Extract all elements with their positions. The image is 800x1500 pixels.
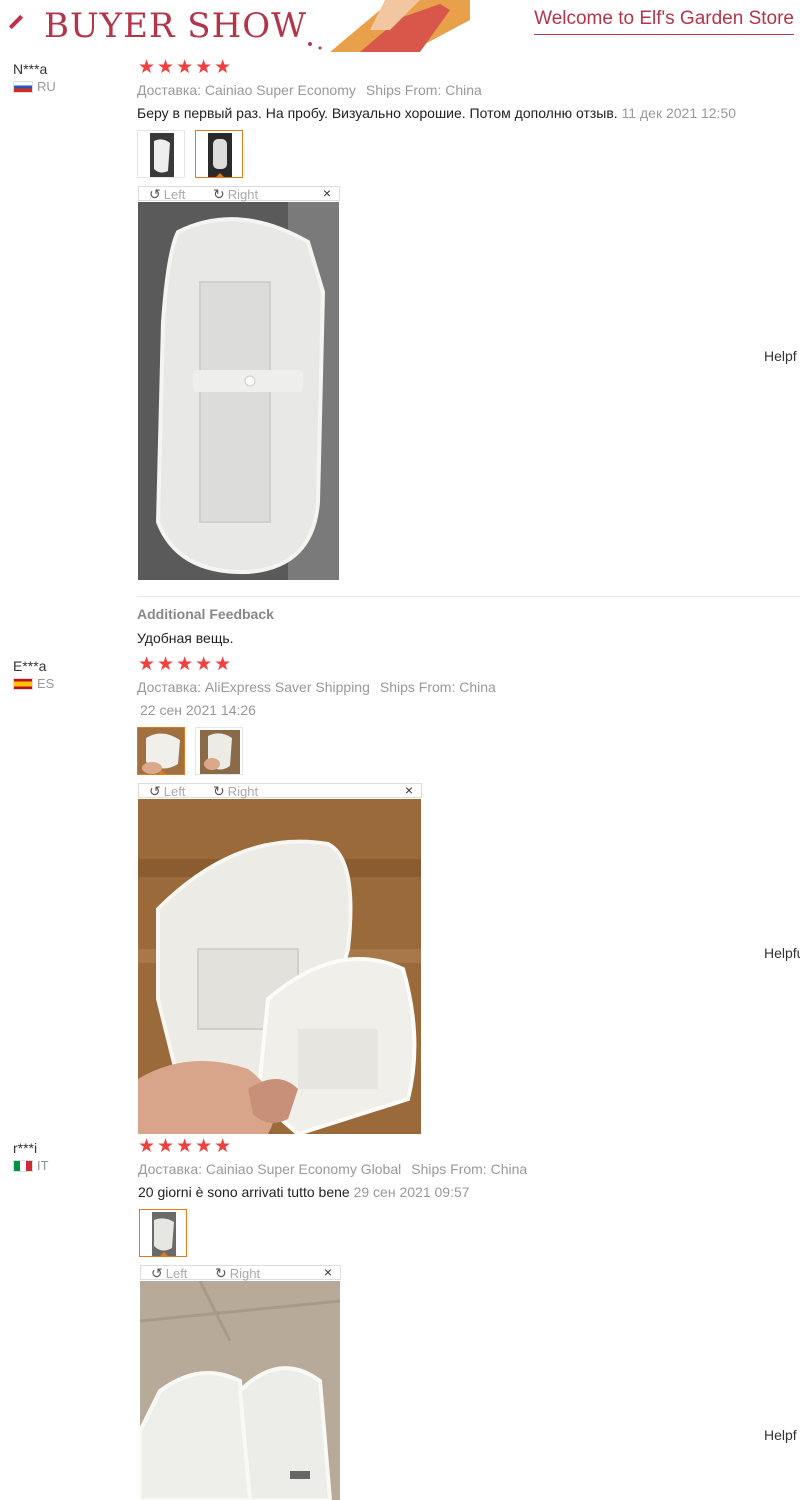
ships-from: Ships From: China — [411, 1161, 528, 1177]
pad-photo — [140, 1281, 340, 1500]
reviewer-country: IT — [13, 1158, 49, 1173]
italy-flag-icon — [13, 1159, 33, 1172]
shipping-info: Доставка: Cainiao Super Economy Global Sh… — [138, 1161, 527, 1177]
rotate-left-label: Left — [165, 1266, 188, 1281]
review-item: r***i IT ★★★★★ Доставка: Cainiao Super E… — [0, 0, 800, 1500]
star-rating: ★★★★★ — [138, 1136, 234, 1157]
shipping-method: Доставка: Cainiao Super Economy Global — [138, 1161, 402, 1177]
image-toolbar: ↺ Left ↻ Right × — [140, 1264, 341, 1282]
comment-text: 20 giorni è sono arrivati tutto bene — [138, 1184, 350, 1200]
review-date: 29 сен 2021 09:57 — [353, 1184, 470, 1200]
rotate-right-button[interactable]: ↻ Right — [215, 1265, 260, 1282]
photo-thumbnails — [139, 1209, 187, 1257]
photo-thumbnail-selected[interactable] — [139, 1209, 187, 1257]
country-code: IT — [37, 1158, 49, 1173]
rotate-left-icon: ↺ — [151, 1265, 163, 1281]
close-icon[interactable]: × — [324, 1264, 332, 1280]
reviewer-name: r***i — [13, 1140, 38, 1156]
review-photo-large — [140, 1281, 340, 1500]
rotate-right-icon: ↻ — [215, 1265, 227, 1281]
helpful-button[interactable]: Helpf — [764, 1427, 797, 1443]
rotate-left-button[interactable]: ↺ Left — [151, 1265, 187, 1282]
review-comment: 20 giorni è sono arrivati tutto bene 29 … — [138, 1184, 470, 1200]
thumbnail-image — [152, 1212, 176, 1256]
rotate-right-label: Right — [229, 1266, 261, 1281]
